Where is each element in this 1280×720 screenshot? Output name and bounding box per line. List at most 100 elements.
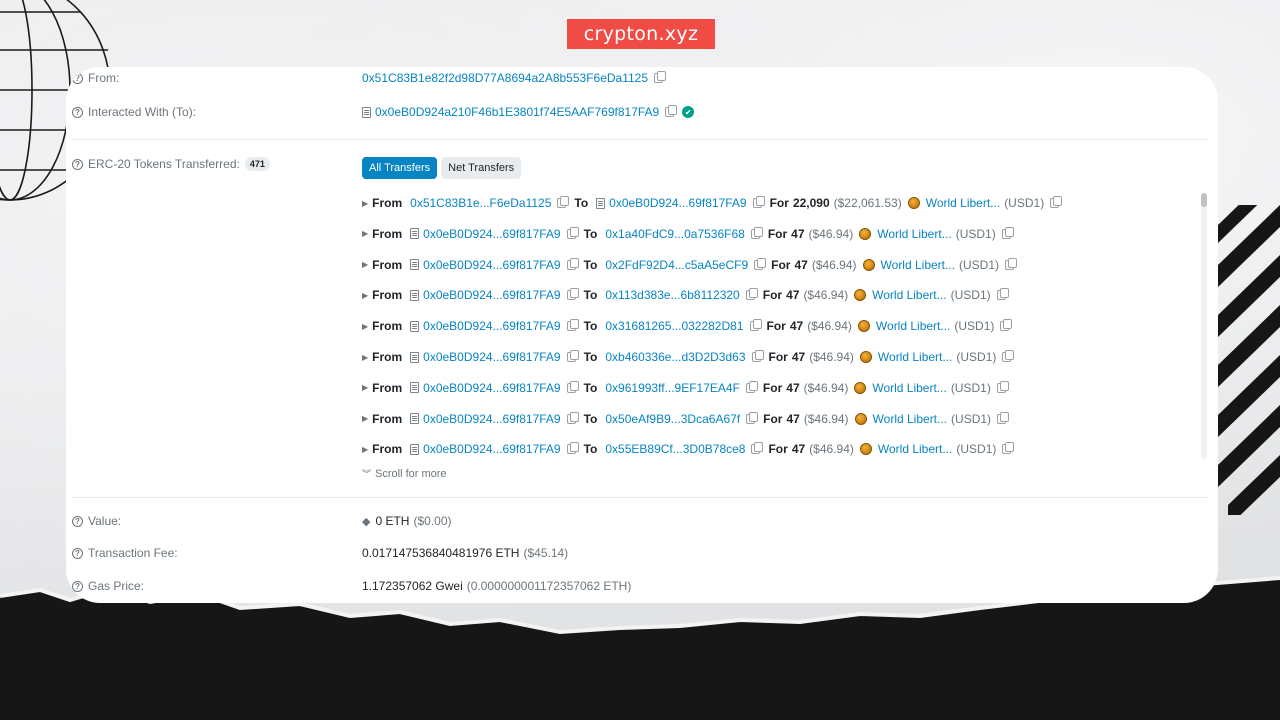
copy-icon[interactable] bbox=[745, 380, 758, 393]
help-circle-icon[interactable]: ? bbox=[72, 580, 83, 592]
tab-all-transfers[interactable]: All Transfers bbox=[362, 157, 438, 179]
token-symbol: (USD1) bbox=[955, 226, 996, 241]
copy-icon[interactable] bbox=[566, 226, 579, 239]
copy-icon[interactable] bbox=[997, 411, 1010, 424]
transfer-amount: 47 bbox=[786, 380, 800, 395]
copy-icon[interactable] bbox=[752, 196, 765, 208]
copy-icon[interactable] bbox=[1002, 442, 1015, 455]
transfer-list-scrollbar[interactable] bbox=[1201, 193, 1207, 459]
transfer-from-link[interactable]: 0x0eB0D924...69f817FA9 bbox=[423, 258, 560, 272]
to-word: To bbox=[583, 257, 598, 272]
transfer-row: ▶ From 0x0eB0D924...69f817FA9 To 0x1a40FdC9.… bbox=[362, 224, 1014, 244]
help-circle-icon[interactable]: ? bbox=[72, 106, 83, 118]
token-name-link[interactable]: World Libert... bbox=[872, 381, 946, 395]
copy-icon[interactable] bbox=[1000, 319, 1013, 332]
expand-caret-icon[interactable]: ▶ bbox=[362, 291, 368, 300]
token-name-link[interactable]: World Libert... bbox=[881, 258, 955, 272]
scrollbar-thumb[interactable] bbox=[1201, 193, 1207, 207]
transfer-to-link[interactable]: 0x31681265...032282D81 bbox=[605, 319, 743, 333]
from-word: From bbox=[372, 411, 403, 426]
for-word: For bbox=[762, 380, 783, 395]
help-circle-icon[interactable]: ? bbox=[72, 515, 83, 527]
expand-caret-icon[interactable]: ▶ bbox=[362, 260, 368, 269]
copy-icon[interactable] bbox=[996, 288, 1009, 301]
transfer-row: ▶ From 0x0eB0D924...69f817FA9 To 0x113d383e.… bbox=[362, 285, 1009, 305]
token-name-link[interactable]: World Libert... bbox=[878, 350, 952, 364]
copy-icon[interactable] bbox=[566, 350, 579, 362]
gas-eth: (0.000000001172357062 ETH) bbox=[466, 579, 632, 593]
token-symbol: (USD1) bbox=[959, 257, 1000, 272]
from-word: From bbox=[372, 380, 403, 395]
transfer-from-link[interactable]: 0x0eB0D924...69f817FA9 bbox=[423, 381, 560, 395]
expand-caret-icon[interactable]: ▶ bbox=[362, 229, 368, 238]
contract-file-icon bbox=[596, 197, 606, 209]
diagonal-stripes-decoration bbox=[1218, 205, 1280, 515]
copy-icon[interactable] bbox=[745, 288, 758, 301]
transfer-to-link[interactable]: 0x113d383e...6b8112320 bbox=[605, 288, 739, 302]
fee-label-group: ? Transaction Fee: bbox=[72, 546, 178, 560]
transfer-from-link[interactable]: 0x0eB0D924...69f817FA9 bbox=[423, 227, 560, 241]
transfer-to-link[interactable]: 0x1a40FdC9...0a7536F68 bbox=[605, 227, 744, 241]
token-name-link[interactable]: World Libert... bbox=[873, 412, 947, 426]
copy-icon[interactable] bbox=[566, 442, 579, 455]
transfer-to-link[interactable]: 0x2FdF92D4...c5aA5eCF9 bbox=[605, 258, 748, 272]
expand-caret-icon[interactable]: ▶ bbox=[362, 414, 368, 423]
transfer-to-link[interactable]: 0xb460336e...d3D2D3d63 bbox=[605, 350, 745, 364]
to-word: To bbox=[574, 196, 589, 210]
token-name-link[interactable]: World Libert... bbox=[872, 288, 946, 302]
copy-icon[interactable] bbox=[1050, 196, 1063, 208]
transfer-from-link[interactable]: 0x0eB0D924...69f817FA9 bbox=[423, 412, 560, 426]
transfer-to-link[interactable]: 0x50eAf9B9...3Dca6A67f bbox=[605, 412, 740, 426]
copy-icon[interactable] bbox=[746, 411, 759, 424]
interacted-address-link[interactable]: 0x0eB0D924a210F46b1E3801f74E5AAF769f817F… bbox=[375, 105, 659, 119]
expand-caret-icon[interactable]: ▶ bbox=[362, 322, 368, 331]
copy-icon[interactable] bbox=[1002, 350, 1015, 362]
copy-icon[interactable] bbox=[751, 442, 764, 455]
expand-caret-icon[interactable]: ▶ bbox=[362, 199, 368, 208]
copy-icon[interactable] bbox=[566, 257, 579, 270]
copy-icon[interactable] bbox=[566, 319, 579, 332]
token-name-link[interactable]: World Libert... bbox=[877, 227, 951, 241]
contract-file-icon bbox=[410, 351, 420, 363]
token-name-link[interactable]: World Libert... bbox=[878, 442, 952, 456]
copy-icon[interactable] bbox=[749, 319, 762, 332]
copy-icon[interactable] bbox=[654, 71, 667, 83]
for-word: For bbox=[767, 226, 788, 241]
expand-caret-icon[interactable]: ▶ bbox=[362, 353, 368, 362]
copy-icon[interactable] bbox=[557, 196, 570, 208]
transfer-to-link[interactable]: 0x0eB0D924...69f817FA9 bbox=[609, 196, 746, 210]
contract-file-icon bbox=[410, 289, 420, 301]
transfer-amount: 47 bbox=[791, 350, 806, 364]
fee-usd: ($45.14) bbox=[523, 546, 569, 560]
transfer-from-link[interactable]: 0x51C83B1e...F6eDa1125 bbox=[410, 196, 551, 210]
token-coin-icon bbox=[854, 381, 867, 394]
copy-icon[interactable] bbox=[1001, 226, 1014, 239]
copy-icon[interactable] bbox=[566, 288, 579, 301]
help-circle-icon[interactable]: ? bbox=[72, 158, 83, 170]
transfer-to-link[interactable]: 0x55EB89Cf...3D0B78ce8 bbox=[605, 442, 745, 456]
tab-net-transfers[interactable]: Net Transfers bbox=[441, 157, 522, 179]
expand-caret-icon[interactable]: ▶ bbox=[362, 445, 368, 454]
copy-icon[interactable] bbox=[1005, 257, 1018, 270]
transfer-from-link[interactable]: 0x0eB0D924...69f817FA9 bbox=[423, 442, 560, 456]
copy-icon[interactable] bbox=[996, 380, 1009, 393]
help-circle-icon[interactable]: ? bbox=[72, 72, 83, 84]
token-name-link[interactable]: World Libert... bbox=[926, 196, 1000, 210]
expand-caret-icon[interactable]: ▶ bbox=[362, 383, 368, 392]
copy-icon[interactable] bbox=[665, 105, 678, 117]
token-symbol: (USD1) bbox=[950, 380, 991, 395]
copy-icon[interactable] bbox=[750, 226, 763, 239]
token-name-link[interactable]: World Libert... bbox=[876, 319, 950, 333]
from-address-link[interactable]: 0x51C83B1e82f2d98D77A8694a2A8b553F6eDa11… bbox=[362, 71, 648, 85]
copy-icon[interactable] bbox=[754, 257, 767, 270]
transfer-to-link[interactable]: 0x961993ff...9EF17EA4F bbox=[605, 381, 740, 395]
transfer-from-link[interactable]: 0x0eB0D924...69f817FA9 bbox=[423, 288, 560, 302]
copy-icon[interactable] bbox=[751, 350, 764, 362]
help-circle-icon[interactable]: ? bbox=[72, 547, 83, 559]
contract-file-icon bbox=[410, 382, 420, 394]
transfer-from-link[interactable]: 0x0eB0D924...69f817FA9 bbox=[423, 319, 560, 333]
copy-icon[interactable] bbox=[566, 380, 579, 393]
from-label: From: bbox=[88, 71, 120, 85]
copy-icon[interactable] bbox=[566, 411, 579, 424]
transfer-from-link[interactable]: 0x0eB0D924...69f817FA9 bbox=[423, 350, 560, 364]
